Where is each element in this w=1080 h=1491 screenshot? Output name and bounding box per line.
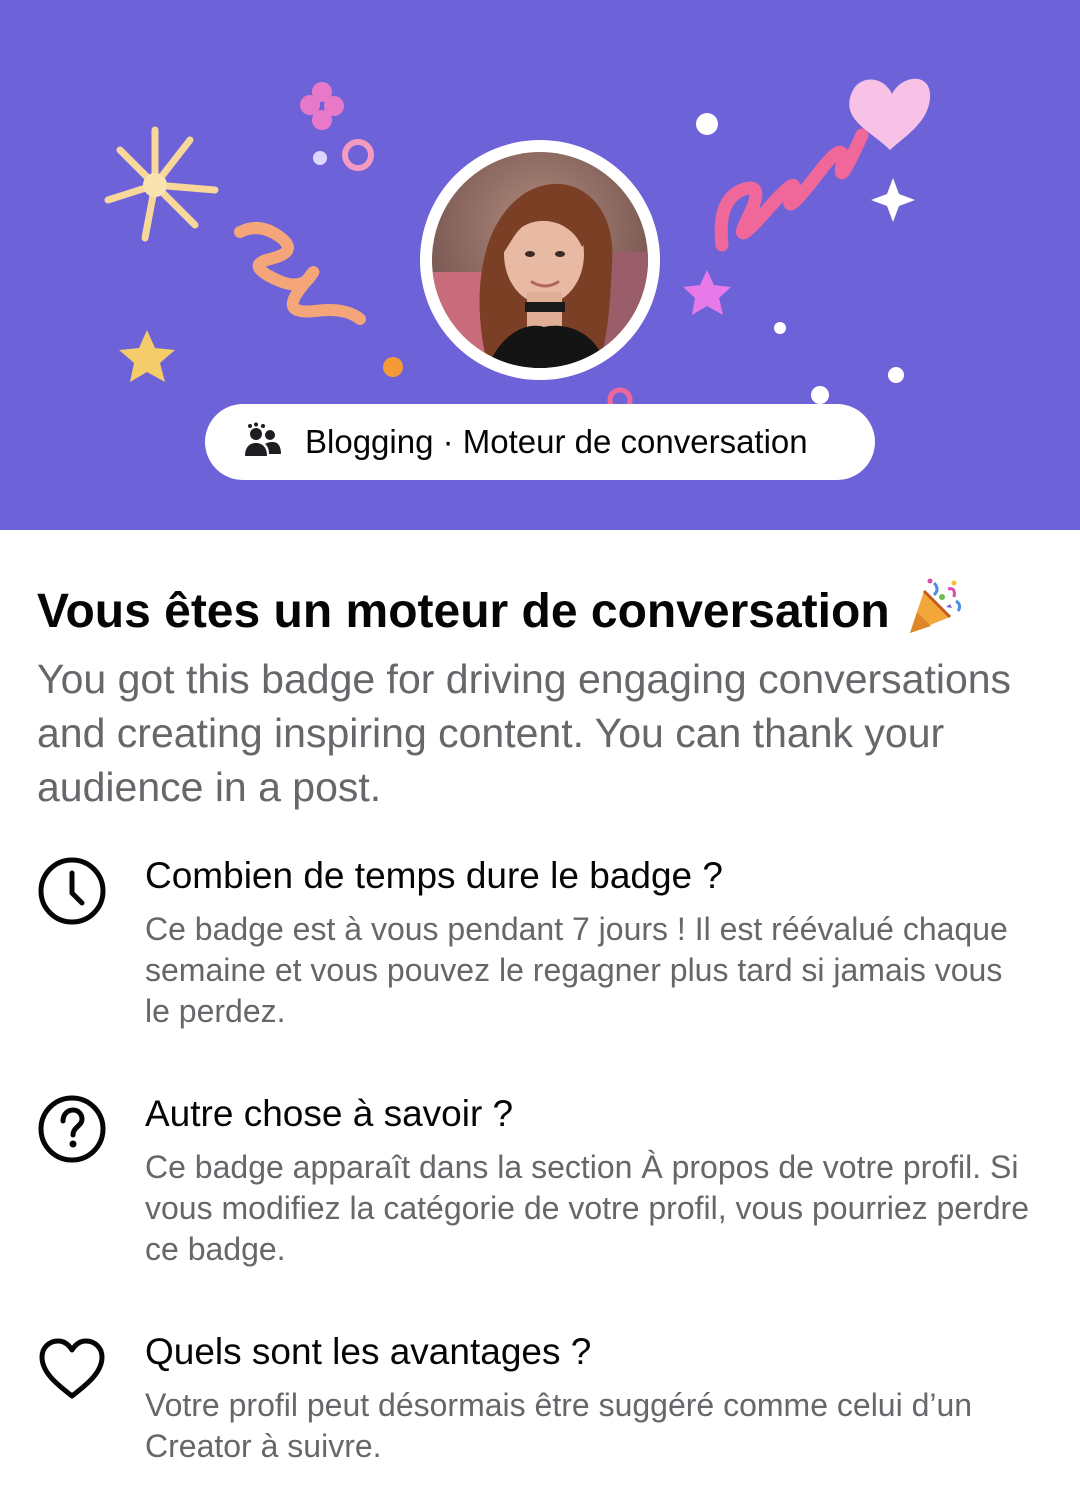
faq-answer: Votre profil peut désormais être suggéré… [145, 1387, 973, 1464]
badge-banner: Blogging · Moteur de conversation [0, 0, 1080, 530]
badge-description: You got this badge for driving engaging … [37, 656, 1012, 810]
badge-category-label: Blogging · Moteur de conversation [305, 423, 808, 460]
profile-photo [432, 152, 648, 368]
party-popper-icon [904, 577, 964, 637]
faq-answer: Ce badge apparaît dans la section À prop… [145, 1149, 1029, 1267]
clock-icon [36, 853, 108, 925]
people-icon [243, 422, 283, 462]
faq-question: Quels sont les avantages ? [145, 1331, 592, 1372]
heart-icon [36, 1333, 108, 1405]
title-text: Vous êtes un moteur de conversation [37, 585, 890, 638]
avatar[interactable] [432, 152, 648, 368]
question-icon [36, 1091, 108, 1163]
badge-category-pill: Blogging · Moteur de conversation [205, 404, 875, 480]
faq-question: Combien de temps dure le badge ? [145, 855, 723, 896]
faq-answer: Ce badge est à vous pendant 7 jours ! Il… [145, 911, 1008, 1029]
faq-question: Autre chose à savoir ? [145, 1093, 514, 1134]
page-title: Vous êtes un moteur de conversation [37, 577, 964, 642]
